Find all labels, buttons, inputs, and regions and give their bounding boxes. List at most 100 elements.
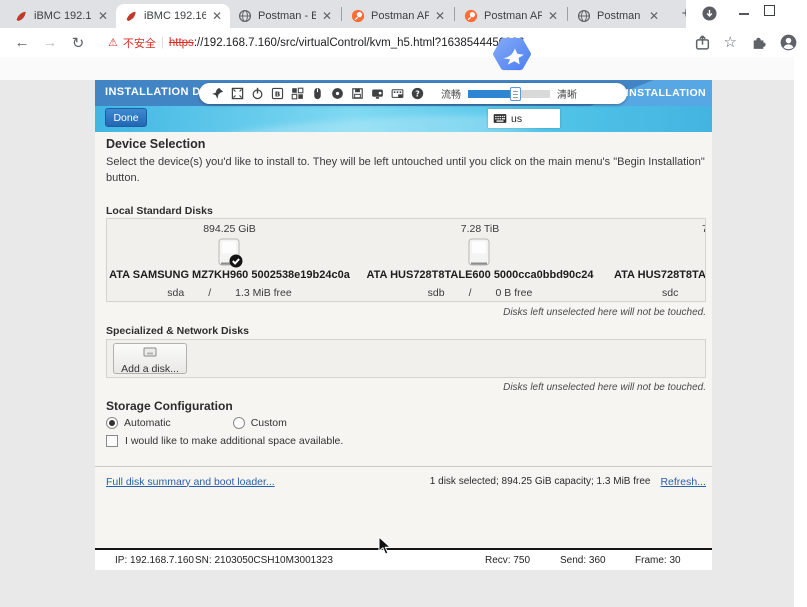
disk-tile-sdc-clipped[interactable]: 7 ATA HUS728T8TAL sdc <box>614 219 706 302</box>
disk-free: 1.3 MiB free <box>235 287 292 299</box>
kvm-status-bar: IP: 192.168.7.160 SN: 2103050CSH10M30013… <box>95 548 712 570</box>
page-top-strip <box>0 57 807 80</box>
tab-postman-api-2[interactable]: Postman API Platf ✕ <box>456 4 566 28</box>
installer-content: Device Selection Select the device(s) yo… <box>95 132 712 518</box>
address-bar[interactable]: ⚠ 不安全 | https://192.168.7.160/src/virtua… <box>108 35 681 51</box>
close-tab-icon[interactable]: ✕ <box>98 9 108 23</box>
ibmc-favicon-icon <box>14 9 28 23</box>
minimize-icon[interactable] <box>739 13 749 15</box>
url-text[interactable]: https://192.168.7.160/src/virtualControl… <box>169 37 524 49</box>
bios-icon[interactable]: B <box>271 87 284 100</box>
tab-title: Postman - Browse <box>258 10 316 22</box>
disk-capacity: 894.25 GiB <box>107 223 352 235</box>
kvm-toolbar: B ? 流畅 清晰 <box>199 83 627 104</box>
tab-title: Postman API Platf <box>484 10 542 22</box>
close-tab-icon[interactable]: ✕ <box>649 9 659 23</box>
floppy-icon[interactable] <box>351 87 364 100</box>
storage-config-radios: Automatic Custom <box>106 417 287 429</box>
specialized-disks-panel: Add a disk... <box>106 339 706 378</box>
warning-icon: ⚠ <box>108 36 118 49</box>
installer-footer: Full disk summary and boot loader... 1 d… <box>95 466 712 496</box>
tab-title: iBMC 192.168.7.16 <box>34 10 92 22</box>
keyboard-layout-label: us <box>511 113 522 125</box>
keyboard-layout-indicator[interactable]: us <box>488 109 560 128</box>
installer-title-right: INSTALLATION <box>626 87 706 99</box>
messenger-bird-icon[interactable] <box>493 36 531 72</box>
additional-space-row: I would like to make additional space av… <box>106 435 343 447</box>
profile-avatar-icon[interactable] <box>780 34 797 51</box>
globe-favicon-icon <box>238 9 252 23</box>
disk-name: ATA HUS728T8TAL <box>614 269 706 281</box>
tab-title: Postman API Platf <box>371 10 429 22</box>
browser-toolbar: ← → ↻ ⚠ 不安全 | https://192.168.7.160/src/… <box>0 28 807 57</box>
done-button[interactable]: Done <box>105 108 147 127</box>
selection-summary: 1 disk selected; 894.25 GiB capacity; 1.… <box>430 476 651 487</box>
additional-space-checkbox[interactable] <box>106 435 118 447</box>
cd-rom-icon[interactable] <box>331 87 344 100</box>
display-icon[interactable] <box>371 87 384 100</box>
disk-capacity: 7 <box>702 223 706 235</box>
update-icon[interactable] <box>702 6 717 21</box>
tab-title: Postman - Browse <box>597 10 643 22</box>
storage-config-heading: Storage Configuration <box>106 399 233 413</box>
disk-icon <box>466 238 494 268</box>
disk-free: 0 B free <box>496 287 533 299</box>
svg-text:B: B <box>275 89 281 98</box>
extensions-icon[interactable] <box>750 34 767 51</box>
device-selection-heading: Device Selection <box>106 137 205 151</box>
maximize-icon[interactable] <box>764 5 775 16</box>
globe-favicon-icon <box>577 9 591 23</box>
tab-postman-browse-1[interactable]: Postman - Browse ✕ <box>230 4 340 28</box>
status-ip: IP: 192.168.7.160 <box>115 555 194 566</box>
local-disks-label: Local Standard Disks <box>106 205 213 217</box>
screenshot-icon[interactable] <box>391 87 404 100</box>
ibmc-favicon-icon <box>124 9 138 23</box>
close-tab-icon[interactable]: ✕ <box>212 9 222 23</box>
close-tab-icon[interactable]: ✕ <box>548 9 558 23</box>
kvm-remote-screen[interactable]: INSTALLATION DESTINATION INSTALLATION B … <box>95 80 712 570</box>
share-icon[interactable] <box>694 34 711 51</box>
disk-tile-sdb[interactable]: 7.28 TiB ATA HUS728T8TALE600 5000cca0bbd… <box>360 219 600 302</box>
tab-ibmc-1[interactable]: iBMC 192.168.7.16 ✕ <box>6 4 116 28</box>
full-disk-summary-link[interactable]: Full disk summary and boot loader... <box>106 476 275 488</box>
quality-clear-label: 清晰 <box>557 86 577 101</box>
close-tab-icon[interactable]: ✕ <box>322 9 332 23</box>
pin-icon[interactable] <box>211 87 224 100</box>
forward-icon[interactable]: → <box>38 34 62 51</box>
add-disk-button[interactable]: Add a disk... <box>113 343 187 374</box>
keyboard-icon <box>493 113 507 124</box>
url-scheme: https <box>169 37 194 49</box>
refresh-link[interactable]: Refresh... <box>660 476 706 488</box>
disk-tile-sda[interactable]: 894.25 GiB ATA SAMSUNG MZ7KH960 5002538e… <box>107 219 352 302</box>
power-icon[interactable] <box>251 87 264 100</box>
tab-title: iBMC 192.168.7.16 <box>144 10 206 22</box>
keyboard-grid-icon[interactable] <box>291 87 304 100</box>
url-domain: ://192.168.7.160 <box>194 37 277 49</box>
bookmark-star-icon[interactable]: ☆ <box>724 34 737 51</box>
fullscreen-icon[interactable] <box>231 87 244 100</box>
unselected-note-2: Disks left unselected here will not be t… <box>503 382 706 393</box>
close-tab-icon[interactable]: ✕ <box>435 9 445 23</box>
tab-ibmc-2-active[interactable]: iBMC 192.168.7.16 ✕ <box>116 4 230 28</box>
back-icon[interactable]: ← <box>10 34 34 51</box>
radio-custom[interactable] <box>233 417 245 429</box>
quality-slider-fill <box>468 90 514 98</box>
quality-slider[interactable] <box>468 90 550 98</box>
reload-icon[interactable]: ↻ <box>66 34 90 52</box>
tab-postman-api-1[interactable]: Postman API Platf ✕ <box>343 4 453 28</box>
tab-separator <box>567 7 568 21</box>
quality-slider-handle[interactable] <box>510 87 521 101</box>
disk-icon-selected <box>216 238 244 268</box>
security-warning-label[interactable]: 不安全 <box>123 35 156 51</box>
help-icon[interactable]: ? <box>411 87 424 100</box>
radio-automatic[interactable] <box>106 417 118 429</box>
disk-name: ATA SAMSUNG MZ7KH960 5002538e19b24c0a <box>107 269 352 281</box>
postman-favicon-icon <box>351 9 365 23</box>
status-send: Send: 360 <box>560 555 606 566</box>
add-disk-label: Add a disk... <box>114 363 186 375</box>
tab-postman-browse-2[interactable]: Postman - Browse ✕ <box>569 4 667 28</box>
tab-separator <box>341 7 342 21</box>
mouse-icon[interactable] <box>311 87 324 100</box>
disk-device: sda <box>167 287 184 299</box>
disk-capacity: 7.28 TiB <box>360 223 600 235</box>
